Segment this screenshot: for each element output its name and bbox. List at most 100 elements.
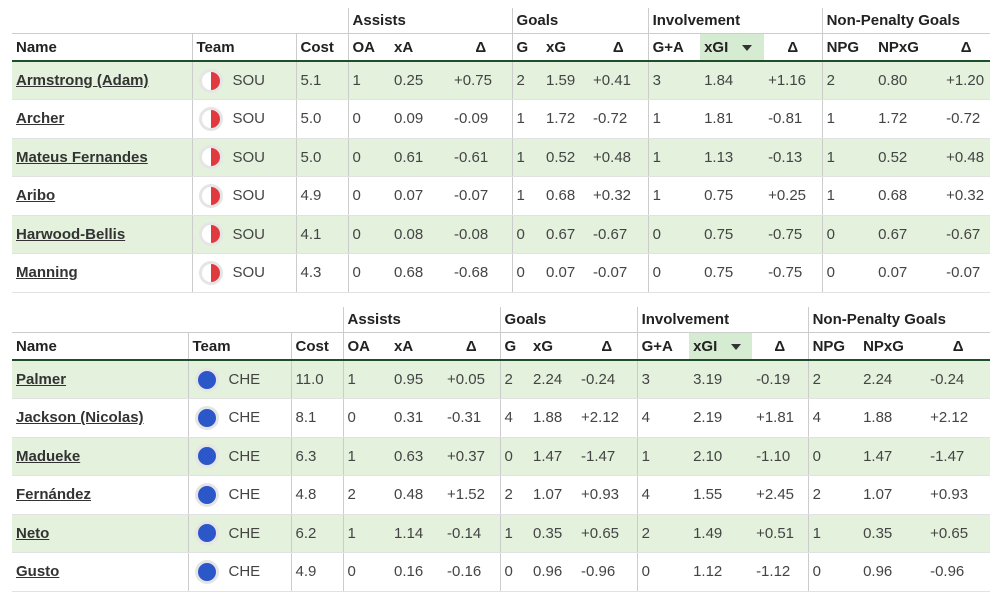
team-code: SOU xyxy=(232,264,266,282)
cell-dg: -0.67 xyxy=(589,215,649,254)
cell-da: +0.05 xyxy=(443,360,501,399)
col-ga[interactable]: G+A xyxy=(647,33,701,62)
cell-dn: -0.72 xyxy=(942,99,991,139)
table-row: Mateus Fernandes SOU 5.0 0 0.61 -0.61 1 0.52 +0.… xyxy=(12,138,991,177)
cell-xa: 0.16 xyxy=(390,552,444,592)
cell-dn: +2.12 xyxy=(926,398,991,438)
cell-npxg: 1.47 xyxy=(859,437,927,476)
team-cell: SOU xyxy=(191,138,296,177)
col-xg[interactable]: xG xyxy=(542,33,590,62)
team-cell: CHE xyxy=(187,398,291,438)
player-name-link[interactable]: Neto xyxy=(16,525,49,542)
team-code: SOU xyxy=(232,72,266,89)
sort-desc-icon xyxy=(731,343,742,350)
cell-oa: 0 xyxy=(347,215,391,254)
table-row: Archer SOU 5.0 0 0.09 -0.09 1 1.72 -0.72 1 1.81 -0.… xyxy=(12,99,991,139)
col-npg-delta[interactable]: Δ xyxy=(926,332,991,361)
col-xa[interactable]: xA xyxy=(390,33,451,62)
group-spacer xyxy=(12,307,344,333)
team-cell: SOU xyxy=(191,253,296,293)
cell-ga: 4 xyxy=(636,398,690,438)
cell-ga: 3 xyxy=(647,61,701,100)
col-team[interactable]: Team xyxy=(187,332,291,361)
col-xgi-sorted[interactable]: xGI xyxy=(689,332,753,361)
player-name-link[interactable]: Armstrong (Adam) xyxy=(16,72,149,89)
col-npg-delta[interactable]: Δ xyxy=(942,33,991,62)
cell-npxg: 0.35 xyxy=(859,514,927,553)
cell-ga: 4 xyxy=(636,475,690,515)
cell-da: -0.14 xyxy=(443,514,501,553)
player-name-link[interactable]: Harwood-Bellis xyxy=(16,226,125,243)
cell-xa: 0.48 xyxy=(390,475,444,515)
team-code: CHE xyxy=(228,447,261,465)
col-xa[interactable]: xA xyxy=(390,332,444,361)
col-g[interactable]: G xyxy=(511,33,543,62)
col-npxg[interactable]: NPxG xyxy=(874,33,943,62)
cell-dn: -1.47 xyxy=(926,437,991,476)
col-ga[interactable]: G+A xyxy=(636,332,690,361)
group-assists: Assists xyxy=(347,8,513,34)
col-g[interactable]: G xyxy=(499,332,530,361)
col-team[interactable]: Team xyxy=(191,33,296,62)
player-name-link[interactable]: Madueke xyxy=(16,448,80,465)
col-involvement-delta[interactable]: Δ xyxy=(764,33,823,62)
col-name[interactable]: Name xyxy=(12,33,192,62)
player-name-link[interactable]: Aribo xyxy=(16,187,55,204)
cell-xa: 0.09 xyxy=(390,99,451,139)
player-name-link[interactable]: Palmer xyxy=(16,371,66,388)
cell-g: 2 xyxy=(499,475,530,515)
cell-oa: 0 xyxy=(347,138,391,177)
col-assists-delta[interactable]: Δ xyxy=(443,332,501,361)
cell-di: -0.19 xyxy=(752,360,809,399)
cell-da: +0.37 xyxy=(443,437,501,476)
cell-npg: 0 xyxy=(807,437,860,476)
col-npg[interactable]: NPG xyxy=(807,332,860,361)
cell-ga: 1 xyxy=(647,138,701,177)
col-cost[interactable]: Cost xyxy=(290,332,344,361)
player-name-link[interactable]: Archer xyxy=(16,110,64,127)
player-name-link[interactable]: Manning xyxy=(16,264,78,281)
col-npxg[interactable]: NPxG xyxy=(859,332,927,361)
cell-dn: -0.67 xyxy=(942,215,991,254)
cell-g: 0 xyxy=(511,215,543,254)
cell-ga: 1 xyxy=(647,176,701,216)
team-cell: CHE xyxy=(187,475,291,515)
player-name-link[interactable]: Mateus Fernandes xyxy=(16,149,148,166)
cell-xgi: 2.10 xyxy=(689,437,753,476)
cell-da: -0.31 xyxy=(443,398,501,438)
col-oa[interactable]: OA xyxy=(347,33,391,62)
col-cost[interactable]: Cost xyxy=(295,33,349,62)
col-assists-delta[interactable]: Δ xyxy=(450,33,513,62)
col-goals-delta[interactable]: Δ xyxy=(577,332,638,361)
cell-ga: 1 xyxy=(636,437,690,476)
cell-xgi: 1.13 xyxy=(700,138,765,177)
team-code: SOU xyxy=(232,110,266,128)
cell-cost: 5.1 xyxy=(295,61,349,100)
column-header-row: Name Team Cost OA xA Δ GxG Δ G+A xGI Δ NPG NPxG Δ xyxy=(12,33,991,62)
col-oa[interactable]: OA xyxy=(342,332,391,361)
player-name-link[interactable]: Fernández xyxy=(16,486,91,503)
table-row: Neto CHE 6.2 1 1.14 -0.14 1 0.35 +0.65 2 1.49 +0.51… xyxy=(12,514,991,553)
cell-ga: 0 xyxy=(636,552,690,592)
player-name-link[interactable]: Gusto xyxy=(16,563,59,580)
col-xgi-sorted[interactable]: xGI xyxy=(700,33,765,62)
col-npg[interactable]: NPG xyxy=(821,33,875,62)
cell-dn: +0.48 xyxy=(942,138,991,177)
cell-dg: +0.48 xyxy=(589,138,649,177)
col-name[interactable]: Name xyxy=(12,332,188,361)
player-name-cell: Armstrong (Adam) xyxy=(12,61,192,100)
player-name-link[interactable]: Jackson (Nicolas) xyxy=(16,409,144,426)
cell-npxg: 0.52 xyxy=(874,138,943,177)
cell-di: +2.45 xyxy=(752,475,809,515)
team-cell: SOU xyxy=(191,61,296,100)
cell-xgi: 1.12 xyxy=(689,552,753,592)
cell-dn: -0.07 xyxy=(942,253,991,293)
cell-xa: 0.68 xyxy=(390,253,451,293)
chelsea-crest-icon xyxy=(194,482,219,507)
col-goals-delta[interactable]: Δ xyxy=(589,33,649,62)
cell-dg: -1.47 xyxy=(577,437,638,476)
col-xg[interactable]: xG xyxy=(529,332,578,361)
cell-oa: 1 xyxy=(342,514,391,553)
cell-di: -0.75 xyxy=(764,253,823,293)
col-involvement-delta[interactable]: Δ xyxy=(752,332,809,361)
